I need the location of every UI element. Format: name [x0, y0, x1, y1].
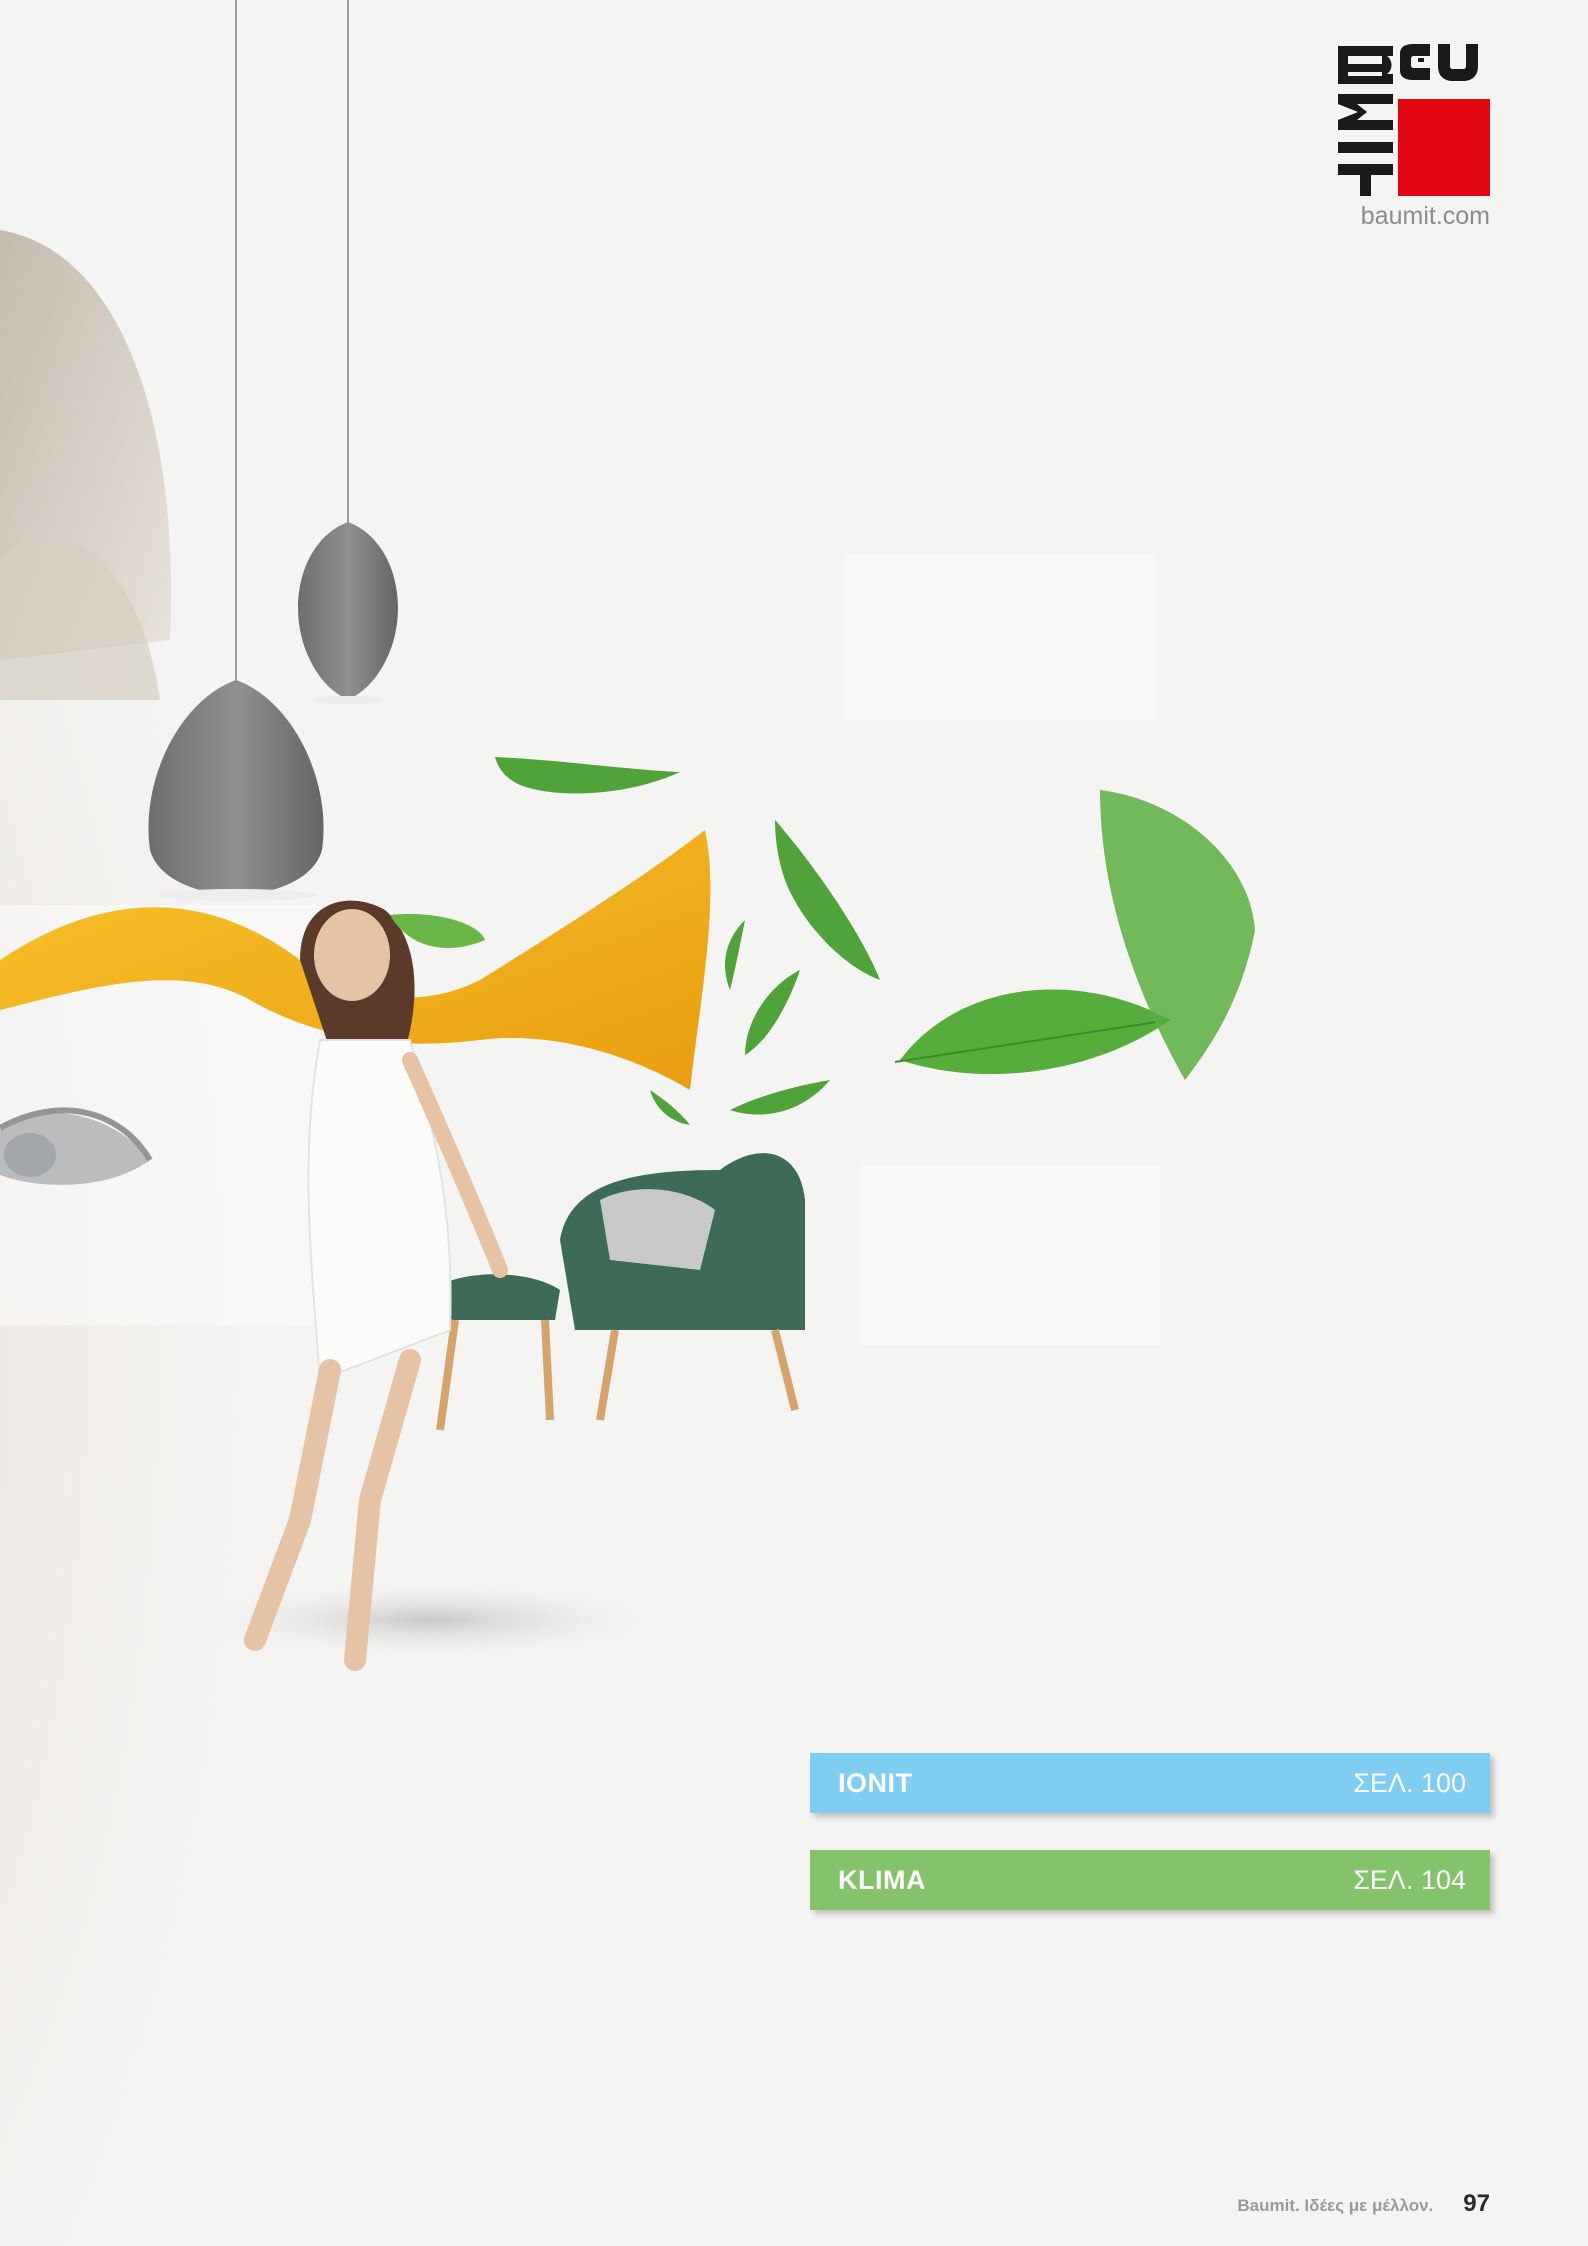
leaf-icon	[730, 1080, 830, 1115]
page-footer: Baumit. Ιδέες με μέλλον. 97	[1237, 2190, 1490, 2218]
chapter-title: IONIT	[838, 1767, 913, 1798]
baumit-logo-mark-icon	[1338, 44, 1490, 196]
page-number: 97	[1463, 2190, 1490, 2217]
footer-slogan: Baumit. Ιδέες με μέλλον.	[1237, 2196, 1434, 2215]
baumit-logo[interactable]: baumit.com	[1338, 44, 1490, 238]
leaf-icon	[650, 1090, 690, 1125]
chapter-link-ionit[interactable]: IONIT ΣΕΛ. 100	[810, 1753, 1490, 1813]
website-url[interactable]: baumit.com	[1338, 202, 1490, 231]
chapter-link-klima[interactable]: KLIMA ΣΕΛ. 104	[810, 1850, 1490, 1910]
leaf-icon	[775, 820, 880, 980]
leaf-icon	[900, 989, 1170, 1075]
chapter-page-ref: ΣΕΛ. 104	[1353, 1864, 1466, 1895]
leaf-icon	[725, 920, 745, 990]
chapter-page-ref: ΣΕΛ. 100	[1353, 1767, 1466, 1798]
leaf-icon	[745, 970, 800, 1055]
chapter-title: KLIMA	[838, 1864, 926, 1895]
